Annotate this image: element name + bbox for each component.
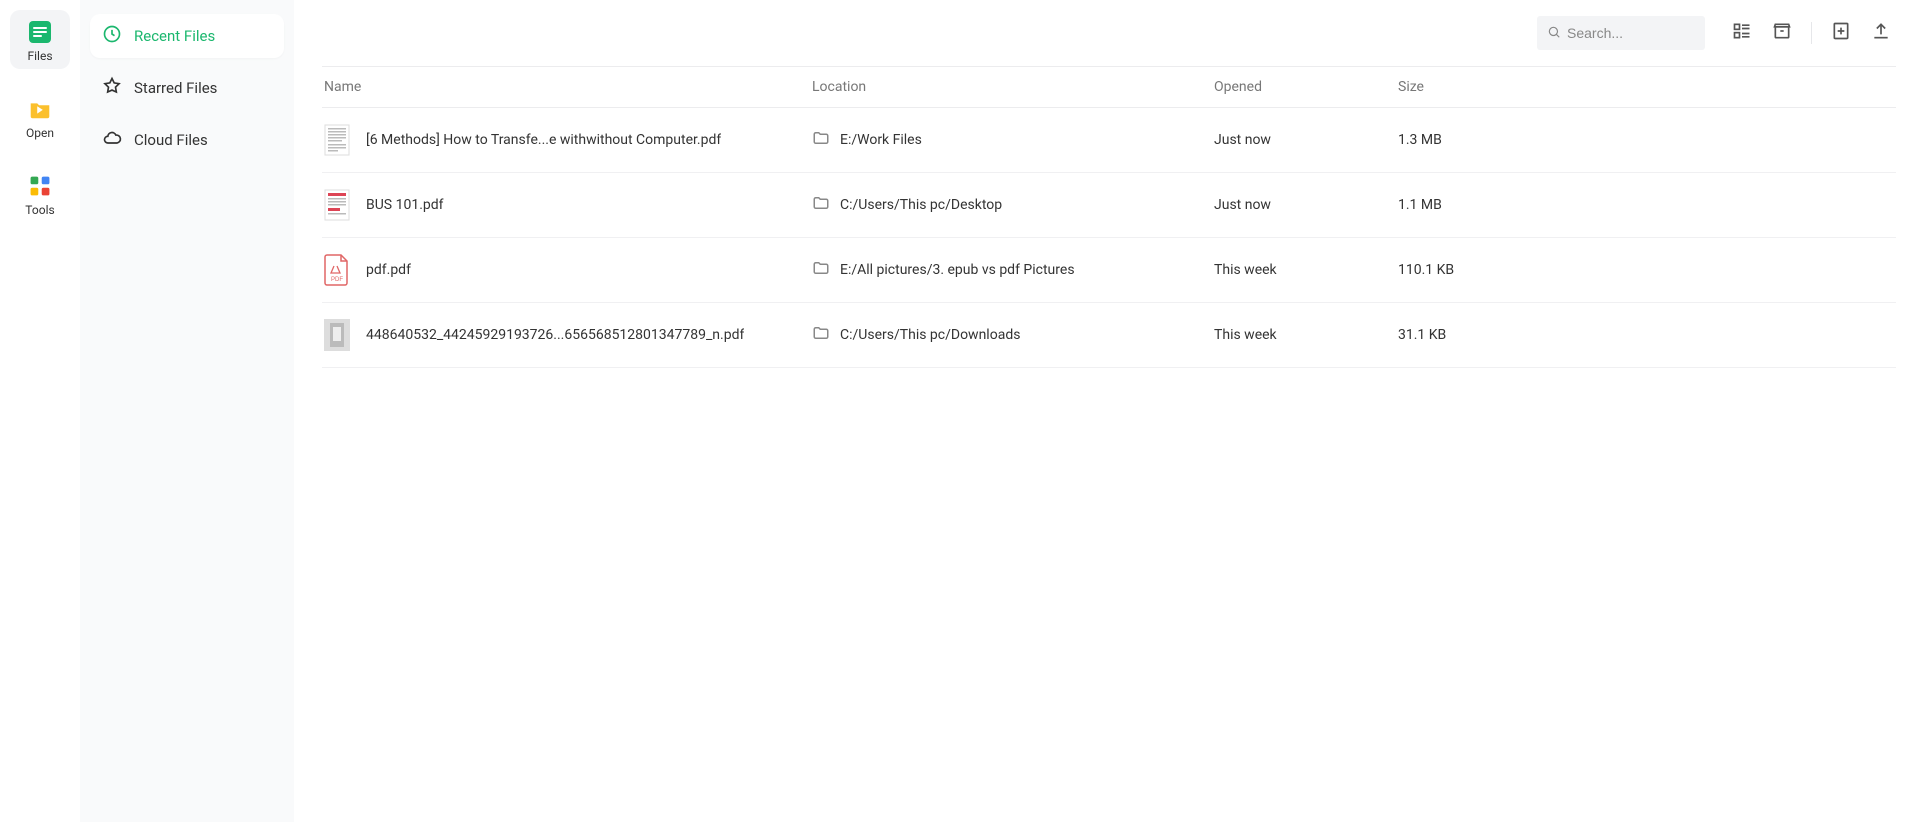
search-icon [1547, 24, 1561, 43]
file-thumb-icon [324, 319, 350, 351]
left-rail: Files Open Tools [0, 0, 80, 822]
file-opened: Just now [1214, 132, 1398, 148]
file-thumb-icon: PDF [324, 254, 350, 286]
file-opened: Just now [1214, 197, 1398, 213]
star-icon [102, 76, 122, 100]
file-list: [6 Methods] How to Transfe...e withwitho… [322, 108, 1896, 368]
tools-grid-icon [26, 172, 54, 200]
cloud-icon [102, 128, 122, 152]
rail-item-tools[interactable]: Tools [10, 164, 70, 223]
file-location: E:/Work Files [840, 132, 922, 148]
table-row[interactable]: 448640532_44245929193726...6565685128013… [322, 303, 1896, 368]
file-size: 110.1 KB [1398, 262, 1896, 278]
rail-item-label: Tools [25, 203, 54, 217]
view-list-button[interactable] [1727, 18, 1757, 48]
col-header-size[interactable]: Size [1398, 79, 1896, 95]
file-opened: This week [1214, 262, 1398, 278]
sidebar-item-label: Starred Files [134, 79, 217, 97]
file-thumb-icon [324, 189, 350, 221]
rail-item-label: Files [27, 49, 52, 63]
toolbar [322, 0, 1896, 66]
file-thumb-icon [324, 124, 350, 156]
file-size: 1.3 MB [1398, 132, 1896, 148]
search-box[interactable] [1537, 16, 1705, 50]
rail-item-label: Open [26, 126, 54, 140]
rail-item-files[interactable]: Files [10, 10, 70, 69]
col-header-name[interactable]: Name [322, 79, 812, 95]
folder-icon [812, 324, 830, 346]
clock-icon [102, 24, 122, 48]
new-file-button[interactable] [1826, 18, 1856, 48]
sidebar-item-recent[interactable]: Recent Files [90, 14, 284, 58]
toolbar-separator [1811, 22, 1812, 44]
file-name: 448640532_44245929193726...6565685128013… [366, 327, 744, 343]
file-location: C:/Users/This pc/Desktop [840, 197, 1002, 213]
sidebar-item-label: Cloud Files [134, 131, 208, 149]
table-header: Name Location Opened Size [322, 66, 1896, 108]
file-size: 1.1 MB [1398, 197, 1896, 213]
folder-icon [812, 194, 830, 216]
col-header-opened[interactable]: Opened [1214, 79, 1398, 95]
sidebar-item-label: Recent Files [134, 27, 215, 45]
table-row[interactable]: BUS 101.pdf C:/Users/This pc/Desktop Jus… [322, 173, 1896, 238]
main-panel: Name Location Opened Size [6 Methods] Ho… [294, 0, 1920, 822]
sidebar-item-starred[interactable]: Starred Files [90, 66, 284, 110]
table-row[interactable]: [6 Methods] How to Transfe...e withwitho… [322, 108, 1896, 173]
file-name: [6 Methods] How to Transfe...e withwitho… [366, 132, 721, 148]
archive-button[interactable] [1767, 18, 1797, 48]
folder-icon [812, 259, 830, 281]
sidebar: Recent Files Starred Files Cloud Files [80, 0, 294, 822]
folder-icon [812, 129, 830, 151]
file-location: C:/Users/This pc/Downloads [840, 327, 1020, 343]
col-header-location[interactable]: Location [812, 79, 1214, 95]
file-name: pdf.pdf [366, 262, 411, 278]
list-view-icon [1732, 21, 1752, 45]
upload-button[interactable] [1866, 18, 1896, 48]
plus-page-icon [1831, 21, 1851, 45]
open-folder-icon [26, 95, 54, 123]
svg-text:PDF: PDF [331, 277, 343, 283]
search-input[interactable] [1567, 25, 1695, 41]
rail-item-open[interactable]: Open [10, 87, 70, 146]
file-opened: This week [1214, 327, 1398, 343]
files-app-icon [26, 18, 54, 46]
upload-icon [1871, 21, 1891, 45]
file-location: E:/All pictures/3. epub vs pdf Pictures [840, 262, 1075, 278]
archive-icon [1772, 21, 1792, 45]
file-name: BUS 101.pdf [366, 197, 444, 213]
table-row[interactable]: PDF pdf.pdf E:/All pictures/3. epub vs p… [322, 238, 1896, 303]
sidebar-item-cloud[interactable]: Cloud Files [90, 118, 284, 162]
file-size: 31.1 KB [1398, 327, 1896, 343]
